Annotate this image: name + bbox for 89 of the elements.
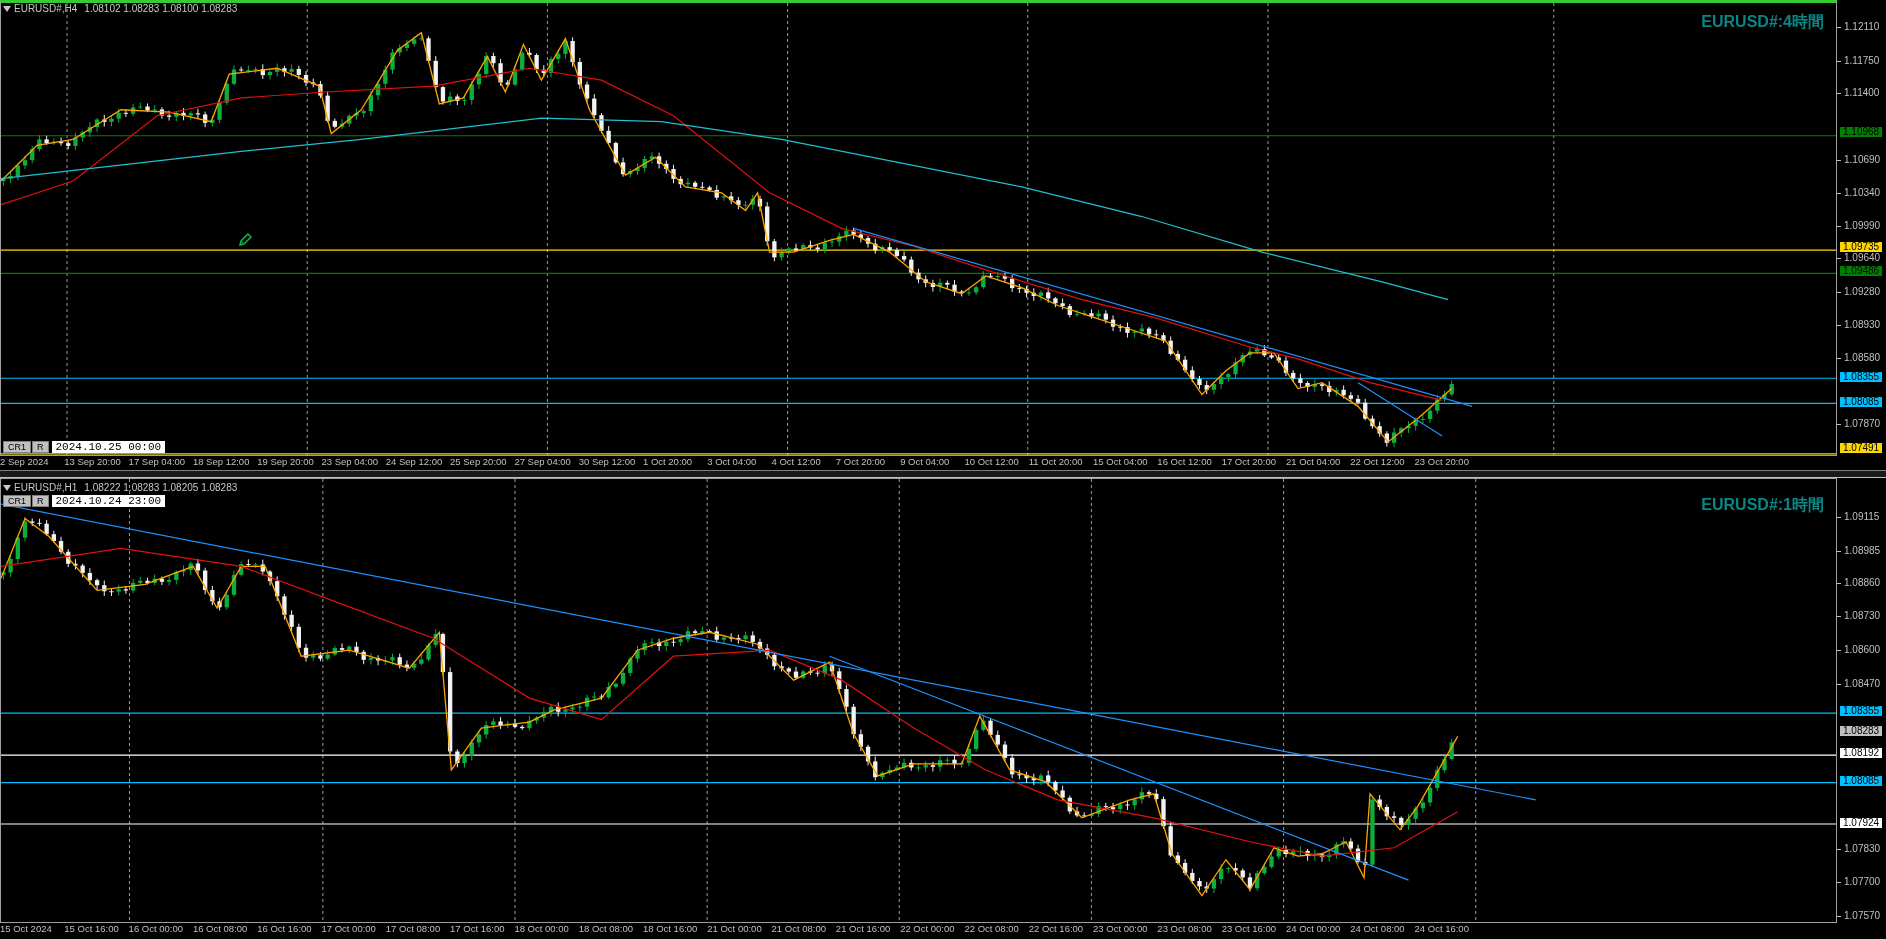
chart-button[interactable]: R	[32, 441, 49, 453]
price-tag: 1.08355	[1840, 706, 1883, 717]
price-tick: 1.11400	[1837, 88, 1880, 99]
chart-title: EURUSD#:4時間	[1701, 12, 1824, 32]
price-tick: 1.08730	[1837, 611, 1881, 622]
date-label: 2024.10.24 23:00	[51, 495, 166, 507]
time-label: 22 Oct 12:00	[1350, 456, 1406, 469]
price-tick: 1.08470	[1837, 678, 1881, 689]
price-tag: 1.07491	[1840, 443, 1883, 453]
chart-button[interactable]: CR1	[3, 441, 31, 453]
price-tick: 1.08600	[1837, 645, 1881, 655]
time-label: 24 Oct 08:00	[1350, 923, 1406, 936]
time-label: 21 Oct 04:00	[1285, 456, 1342, 469]
time-label: 16 Oct 08:00	[192, 923, 249, 936]
price-tick: 1.09280	[1837, 286, 1881, 297]
time-label: 17 Oct 08:00	[385, 923, 442, 936]
time-label: 25 Sep 20:00	[450, 456, 508, 469]
chart-button[interactable]: R	[32, 495, 49, 507]
chart-button[interactable]: CR1	[3, 495, 31, 507]
time-label: 17 Oct 20:00	[1221, 456, 1278, 469]
time-label: 18 Oct 16:00	[642, 923, 699, 936]
price-tick: 1.08985	[1837, 545, 1881, 556]
current-price-tag: 1.08283	[1840, 725, 1883, 736]
price-tick: 1.07700	[1837, 877, 1881, 888]
price-tag: 1.09735	[1840, 242, 1883, 253]
time-label: 19 Sep 20:00	[257, 456, 315, 469]
ohlc-values: 1.08222 1.08283 1.08205 1.08283	[84, 482, 238, 493]
time-label: 23 Oct 20:00	[1414, 456, 1470, 469]
time-label: 1 Oct 20:00	[642, 456, 694, 469]
time-label: 23 Oct 08:00	[1157, 923, 1213, 936]
time-label: 21 Oct 08:00	[771, 923, 827, 936]
price-tag: 1.08355	[1840, 371, 1883, 382]
price-tick: 1.09990	[1837, 220, 1881, 231]
symbol-label: EURUSD#,H4	[14, 3, 78, 14]
time-label: 10 Oct 12:00	[964, 456, 1020, 469]
time-label: 16 Oct 12:00	[1157, 456, 1213, 469]
price-tag: 1.08085	[1840, 396, 1883, 407]
price-tick: 1.07830	[1837, 843, 1881, 854]
price-tick: 1.08930	[1837, 319, 1881, 330]
time-label: 23 Oct 00:00	[1093, 923, 1149, 936]
time-label: 9 Oct 04:00	[900, 456, 951, 469]
time-label: 3 Oct 04:00	[707, 456, 758, 469]
date-label: 2024.10.25 00:00	[51, 441, 166, 453]
price-tick: 1.07570	[1837, 911, 1881, 921]
time-label: 16 Oct 16:00	[257, 923, 313, 936]
time-label: 11 Oct 20:00	[1028, 456, 1084, 469]
price-tick: 1.11750	[1837, 55, 1880, 66]
time-label: 27 Sep 04:00	[514, 456, 572, 469]
time-label: 21 Oct 00:00	[707, 923, 763, 936]
time-label: 24 Oct 00:00	[1285, 923, 1342, 936]
price-tick: 1.08860	[1837, 577, 1881, 588]
chart-title: EURUSD#:1時間	[1701, 495, 1824, 515]
price-tick: 1.10690	[1837, 154, 1881, 165]
price-tick: 1.09640	[1837, 253, 1881, 264]
price-tag: 1.08085	[1840, 776, 1883, 786]
time-label: 15 Oct 2024	[0, 923, 53, 936]
time-label: 18 Oct 00:00	[514, 923, 570, 936]
price-tick: 1.09115	[1837, 512, 1880, 522]
time-label: 17 Sep 04:00	[128, 456, 187, 469]
time-label: 2 Sep 2024	[0, 456, 50, 469]
price-tick: 1.10340	[1837, 187, 1881, 198]
price-tick: 1.08580	[1837, 352, 1881, 363]
time-label: 17 Oct 16:00	[450, 923, 506, 936]
price-tag: 1.09486	[1840, 265, 1883, 276]
time-label: 16 Oct 00:00	[128, 923, 184, 936]
time-label: 18 Sep 12:00	[192, 456, 251, 469]
price-tick: 1.07870	[1837, 419, 1881, 429]
time-label: 24 Sep 12:00	[385, 456, 444, 469]
price-tag: 1.10968	[1840, 126, 1883, 137]
ohlc-values: 1.08102 1.08283 1.08100 1.08283	[84, 3, 238, 14]
time-label: 15 Oct 04:00	[1093, 456, 1149, 469]
time-label: 7 Oct 20:00	[835, 456, 886, 469]
time-label: 21 Oct 16:00	[835, 923, 892, 936]
time-label: 30 Sep 12:00	[578, 456, 637, 469]
time-label: 13 Sep 20:00	[64, 456, 122, 469]
symbol-label: EURUSD#,H1	[14, 482, 78, 493]
time-label: 22 Oct 16:00	[1028, 923, 1085, 936]
time-label: 17 Oct 00:00	[321, 923, 377, 936]
price-tag: 1.07924	[1840, 817, 1883, 828]
time-label: 4 Oct 12:00	[771, 456, 822, 469]
time-label: 18 Oct 08:00	[578, 923, 635, 936]
time-label: 22 Oct 08:00	[964, 923, 1020, 936]
time-label: 24 Oct 16:00	[1414, 923, 1470, 936]
time-label: 23 Oct 16:00	[1221, 923, 1278, 936]
time-label: 23 Sep 04:00	[321, 456, 379, 469]
time-label: 22 Oct 00:00	[900, 923, 956, 936]
price-tick: 1.12110	[1837, 22, 1880, 32]
time-label: 15 Oct 16:00	[64, 923, 120, 936]
price-tag: 1.08192	[1840, 748, 1883, 759]
